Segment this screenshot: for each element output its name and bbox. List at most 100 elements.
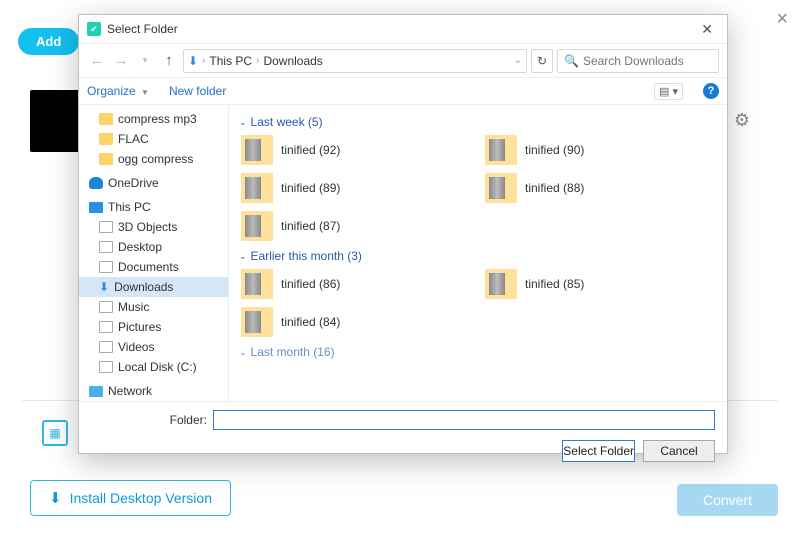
tree-item[interactable]: Music [79,297,228,317]
nav-up-icon[interactable]: ↑ [159,52,179,69]
download-icon: ⬇ [49,489,62,507]
folder-item[interactable]: tinified (89) [239,171,473,205]
tree-label: Downloads [114,280,173,294]
folder-icon [241,135,273,165]
folder-item[interactable]: tinified (87) [239,209,473,243]
folder-icon [99,153,113,165]
tree-item[interactable]: Local Disk (C:) [79,357,228,377]
group-title: Earlier this month (3) [251,249,362,263]
tree-label: 3D Objects [118,220,177,234]
tree-label: Local Disk (C:) [118,360,197,374]
pc-icon [89,202,103,213]
folder-item[interactable]: tinified (85) [483,267,717,301]
folder-name: tinified (92) [281,143,340,157]
chevron-down-icon: ⌄ [239,117,247,128]
tree-item[interactable]: 3D Objects [79,217,228,237]
help-icon[interactable]: ? [703,83,719,99]
gear-icon[interactable]: ⚙ [734,110,750,131]
disk-icon [99,361,113,373]
tree-label: Pictures [118,320,161,334]
folder-tree: compress mp3 FLAC ogg compress OneDrive … [79,105,229,401]
select-folder-button[interactable]: Select Folder [562,440,635,462]
tree-label: OneDrive [108,176,159,190]
folder-item[interactable]: tinified (92) [239,133,473,167]
folder-item[interactable]: tinified (90) [483,133,717,167]
convert-button[interactable]: Convert [677,484,778,516]
close-icon[interactable]: ✕ [695,19,719,40]
tree-item-network[interactable]: Network [79,381,228,401]
breadcrumb-root[interactable]: This PC [209,54,252,68]
chevron-down-icon: ⌄ [239,251,247,262]
tree-item-onedrive[interactable]: OneDrive [79,173,228,193]
pictures-icon [99,321,113,333]
film-icon[interactable]: ▦ [42,420,68,446]
chevron-right-icon: › [202,55,205,66]
app-logo-icon: ✔ [87,22,101,36]
tree-label: FLAC [118,132,149,146]
folder-input[interactable] [213,410,715,430]
tree-item[interactable]: compress mp3 [79,109,228,129]
tree-label: compress mp3 [118,112,197,126]
search-icon: 🔍 [564,54,579,68]
documents-icon [99,261,113,273]
folder-item[interactable]: tinified (86) [239,267,473,301]
3d-icon [99,221,113,233]
folder-icon [241,173,273,203]
address-bar[interactable]: ⬇ › This PC › Downloads ⌄ [183,49,527,73]
dialog-title: Select Folder [107,22,695,36]
chevron-down-icon[interactable]: ⌄ [514,55,522,66]
folder-label: Folder: [91,413,207,427]
tree-item[interactable]: Videos [79,337,228,357]
nav-recent-icon[interactable]: ▾ [135,55,155,66]
tree-item[interactable]: Documents [79,257,228,277]
search-input[interactable] [583,54,712,68]
music-icon [99,301,113,313]
install-label: Install Desktop Version [70,490,212,506]
folder-content: ⌄ Last week (5) tinified (92) tinified (9… [229,105,727,401]
tree-item-downloads[interactable]: ⬇Downloads [79,277,228,297]
group-title: Last week (5) [251,115,323,129]
group-header[interactable]: ⌄ Last week (5) [239,115,717,129]
group-title: Last month (16) [251,345,335,359]
folder-icon [485,135,517,165]
select-folder-dialog: ✔ Select Folder ✕ ← → ▾ ↑ ⬇ › This PC › … [78,14,728,454]
folder-icon [241,307,273,337]
breadcrumb-current[interactable]: Downloads [263,54,322,68]
tree-item[interactable]: Pictures [79,317,228,337]
tree-label: Music [118,300,149,314]
tree-label: Documents [118,260,179,274]
chevron-down-icon: ⌄ [239,347,247,358]
desktop-icon [99,241,113,253]
app-close-icon[interactable]: × [776,8,788,31]
folder-name: tinified (86) [281,277,340,291]
cancel-button[interactable]: Cancel [643,440,715,462]
folder-icon [99,113,113,125]
tree-item[interactable]: FLAC [79,129,228,149]
folder-name: tinified (85) [525,277,584,291]
folder-icon [485,269,517,299]
group-header[interactable]: ⌄ Earlier this month (3) [239,249,717,263]
folder-item[interactable]: tinified (88) [483,171,717,205]
downloads-icon: ⬇ [188,54,198,68]
install-desktop-button[interactable]: ⬇ Install Desktop Version [30,480,231,516]
view-options-icon[interactable]: ▤ ▾ [654,83,683,100]
folder-icon [241,211,273,241]
chevron-right-icon: › [256,55,259,66]
new-folder-button[interactable]: New folder [169,84,226,98]
folder-icon [99,133,113,145]
tree-item-thispc[interactable]: This PC [79,197,228,217]
folder-item[interactable]: tinified (84) [239,305,473,339]
tree-item[interactable]: Desktop [79,237,228,257]
add-button[interactable]: Add [18,28,79,55]
tree-label: Videos [118,340,154,354]
folder-name: tinified (88) [525,181,584,195]
organize-menu[interactable]: Organize ▼ [87,84,149,98]
tree-item[interactable]: ogg compress [79,149,228,169]
chevron-down-icon: ▼ [141,88,149,97]
refresh-icon[interactable]: ↻ [531,49,553,73]
tree-label: ogg compress [118,152,193,166]
nav-back-icon[interactable]: ← [87,52,107,69]
search-box[interactable]: 🔍 [557,49,719,73]
organize-label: Organize [87,84,136,98]
group-header[interactable]: ⌄ Last month (16) [239,345,717,359]
